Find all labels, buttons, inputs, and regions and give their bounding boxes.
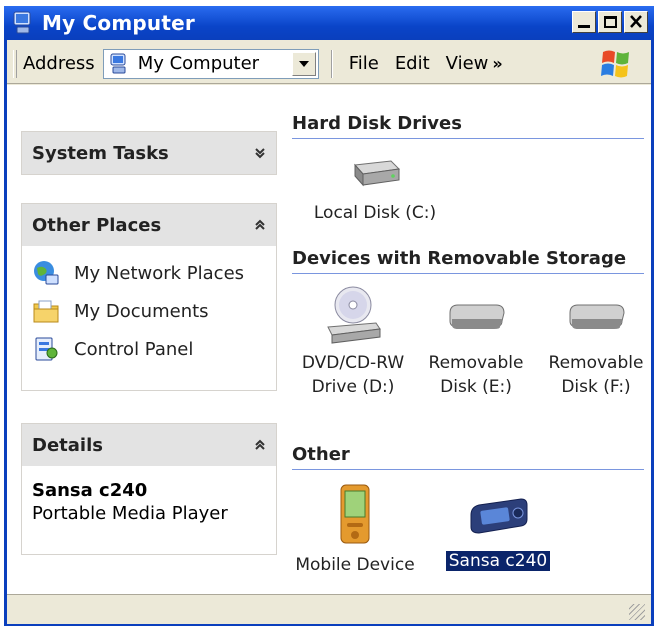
place-control-panel[interactable]: Control Panel: [32, 330, 266, 368]
toolbar-separator: [330, 49, 333, 78]
item-label-line1: Removable: [548, 353, 644, 373]
other-section: Other: [292, 444, 647, 470]
resize-grip-icon[interactable]: [629, 604, 645, 620]
details-item-type: Portable Media Player: [32, 503, 228, 524]
collapse-chevron-icon[interactable]: [254, 216, 266, 235]
details-panel: Details Sansa c240 Portable Media Player: [21, 423, 277, 555]
address-dropdown-button[interactable]: [291, 51, 316, 76]
removable-disk-icon: [566, 293, 626, 345]
title-bar[interactable]: My Computer: [4, 6, 654, 40]
my-computer-icon: [108, 53, 130, 75]
my-computer-window: My Computer Address My Computer File Edi…: [4, 6, 654, 626]
place-label: My Network Places: [74, 262, 245, 284]
status-bar: [7, 594, 651, 624]
sansa-c240[interactable]: Sansa c240: [438, 493, 558, 573]
place-my-documents[interactable]: My Documents: [32, 292, 266, 330]
section-divider: [292, 469, 644, 470]
my-computer-icon: [12, 11, 34, 35]
address-combobox[interactable]: My Computer: [102, 48, 319, 79]
mobile-device-icon: [335, 483, 375, 547]
removable-disk-f[interactable]: Removable Disk (F:): [541, 293, 651, 399]
item-label-line1: DVD/CD-RW: [301, 353, 405, 373]
section-divider: [292, 273, 644, 274]
menu-file[interactable]: File: [349, 53, 379, 74]
item-label-line2: Disk (F:): [561, 377, 631, 397]
section-title: Other: [292, 444, 350, 465]
system-tasks-panel: System Tasks: [21, 131, 277, 175]
control-panel-icon: [32, 335, 60, 363]
hard-disk-drives-section: Hard Disk Drives: [292, 113, 647, 139]
removable-disk-e[interactable]: Removable Disk (E:): [418, 293, 534, 399]
system-tasks-title: System Tasks: [32, 142, 169, 164]
details-title: Details: [32, 434, 103, 456]
item-label-line2: Disk (E:): [440, 377, 512, 397]
address-bar: Address My Computer File Edit View »: [7, 44, 651, 84]
place-label: My Documents: [74, 300, 209, 322]
mobile-device[interactable]: Mobile Device: [288, 483, 422, 577]
hard-disk-icon: [347, 151, 403, 195]
menu-overflow-chevron[interactable]: »: [492, 54, 502, 73]
details-header[interactable]: Details: [22, 424, 276, 466]
local-disk-c[interactable]: Local Disk (C:): [300, 151, 450, 225]
place-my-network-places[interactable]: My Network Places: [32, 254, 266, 292]
item-label-selected: Sansa c240: [445, 551, 551, 571]
expand-chevron-icon[interactable]: [254, 144, 266, 163]
place-label: Control Panel: [74, 338, 194, 360]
other-places-header[interactable]: Other Places: [22, 204, 276, 246]
removable-disk-icon: [446, 293, 506, 345]
network-places-icon: [32, 259, 60, 287]
menu-edit[interactable]: Edit: [395, 53, 430, 74]
section-title: Devices with Removable Storage: [292, 248, 627, 269]
item-label: Local Disk (C:): [313, 203, 437, 223]
address-label: Address: [23, 53, 95, 74]
documents-folder-icon: [32, 297, 60, 325]
other-places-title: Other Places: [32, 214, 162, 236]
chevron-down-icon: [298, 60, 309, 67]
close-button[interactable]: [624, 11, 648, 33]
item-label: Mobile Device: [295, 555, 415, 575]
window-title: My Computer: [42, 11, 195, 35]
system-tasks-header[interactable]: System Tasks: [22, 132, 276, 174]
toolbar-grip[interactable]: [13, 49, 17, 78]
section-divider: [292, 138, 644, 139]
maximize-button[interactable]: [598, 11, 622, 33]
minimize-button[interactable]: [572, 11, 596, 33]
other-places-panel: Other Places My Network Places My Docume…: [21, 203, 277, 391]
media-player-icon: [465, 493, 531, 543]
section-title: Hard Disk Drives: [292, 113, 462, 134]
removable-storage-section: Devices with Removable Storage: [292, 248, 647, 274]
cd-drive-icon: [322, 283, 384, 345]
content-pane: Hard Disk Drives Local Disk (C:) Devices…: [288, 85, 651, 594]
task-pane: System Tasks Other Places My Network Pla…: [7, 85, 288, 594]
item-label-line2: Drive (D:): [311, 377, 395, 397]
windows-logo-icon: [597, 48, 637, 80]
address-value: My Computer: [137, 53, 260, 74]
collapse-chevron-icon[interactable]: [254, 436, 266, 455]
item-label-line1: Removable: [428, 353, 524, 373]
menu-view[interactable]: View: [446, 53, 489, 74]
dvd-cd-rw-drive-d[interactable]: DVD/CD-RW Drive (D:): [288, 283, 418, 399]
details-item-name: Sansa c240: [32, 480, 148, 501]
